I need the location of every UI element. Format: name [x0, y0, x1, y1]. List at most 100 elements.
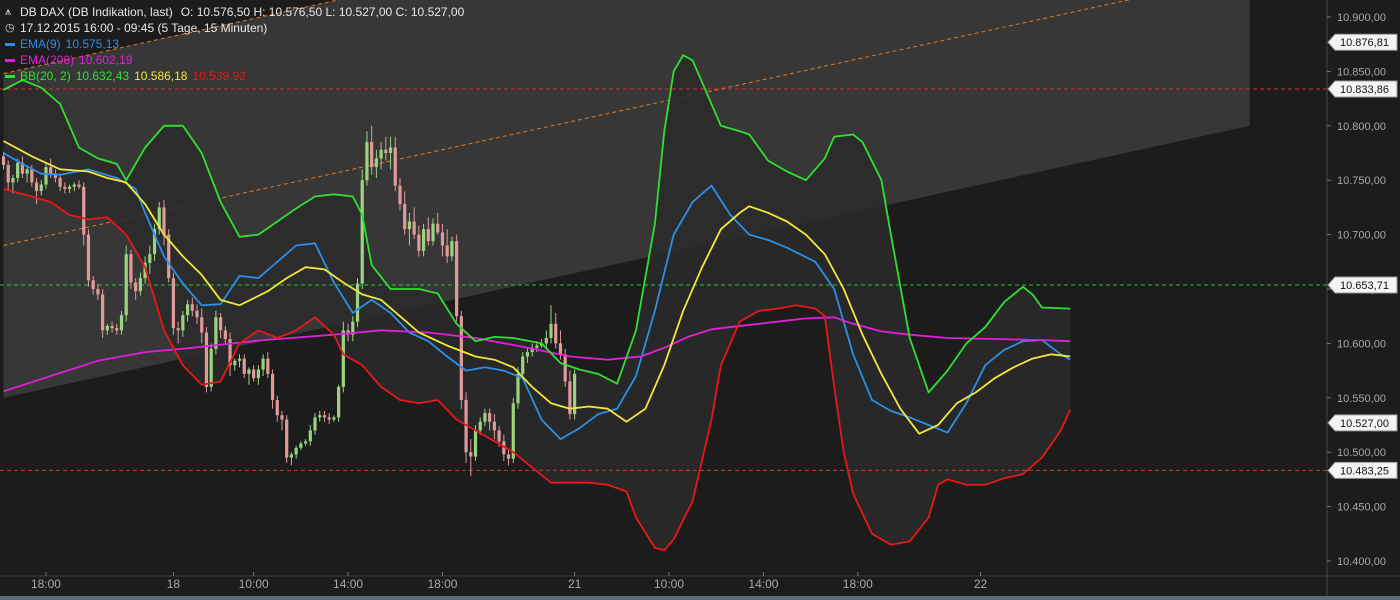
- candle-body: [280, 415, 284, 420]
- candle-body: [544, 337, 548, 344]
- candle-body: [44, 167, 48, 185]
- ema9-label: EMA(9): [20, 37, 61, 51]
- clock-icon: ◷: [5, 22, 15, 34]
- candle-body: [129, 254, 133, 283]
- candle-body: [6, 164, 10, 183]
- bottom-scrollbar: [0, 596, 1400, 600]
- price-tick-label: 10.900,00: [1337, 12, 1386, 24]
- candle-body: [162, 207, 166, 235]
- ema200-swatch: [5, 58, 15, 62]
- price-tick-label: 10.550,00: [1337, 393, 1386, 405]
- candle-body: [256, 369, 260, 379]
- candle-body: [412, 221, 416, 235]
- candle-body: [426, 229, 430, 242]
- candle-body: [360, 180, 364, 284]
- candle-body: [285, 419, 289, 458]
- legend-ema9-row[interactable]: EMA(9) 10.575,13: [5, 36, 464, 52]
- candle-body: [469, 452, 473, 457]
- candle-body: [516, 373, 520, 404]
- candle-body: [421, 229, 426, 251]
- candle-body: [332, 417, 336, 420]
- legend-bb-row[interactable]: BB(20, 2) 10.632,43 10.586,18 10.539,92: [5, 68, 464, 84]
- candle-body: [219, 317, 223, 331]
- candle-body: [275, 399, 279, 416]
- candle-body: [237, 358, 242, 361]
- candle-body: [110, 325, 114, 329]
- candle-body: [341, 330, 345, 387]
- ema200-value: 10.602,19: [79, 53, 133, 67]
- candle-body: [322, 415, 327, 418]
- candle-body: [445, 245, 449, 257]
- time-tick-label: 14:00: [333, 577, 363, 591]
- price-axis: 10.900,00 10.850,00 10.800,00 10.750,00 10.7…: [1326, 0, 1398, 600]
- candle-body: [72, 184, 76, 187]
- price-tag-label: 10.483,25: [1340, 465, 1389, 477]
- chart-type-icon: ⩚: [5, 6, 12, 18]
- price-tick-label: 10.750,00: [1337, 175, 1386, 187]
- candle-body: [318, 415, 322, 418]
- candle-body: [63, 186, 67, 189]
- candle-body: [379, 149, 383, 159]
- candle-body: [209, 348, 213, 387]
- candle-body: [96, 289, 100, 295]
- bb-label: BB(20, 2): [20, 69, 71, 83]
- ema9-swatch: [5, 42, 15, 46]
- candle-body: [101, 294, 105, 331]
- price-tick-label: 10.850,00: [1337, 66, 1386, 78]
- candle-body: [200, 317, 204, 333]
- candle-body: [488, 413, 492, 422]
- candle-body: [521, 356, 525, 374]
- candle-body: [497, 430, 501, 442]
- candle-body: [417, 234, 421, 251]
- candle-body: [134, 282, 138, 292]
- time-tick-label: 10:00: [654, 577, 684, 591]
- candle-body: [554, 323, 558, 344]
- period-text: 17.12.2015 16:00 - 09:45 (5 Tage, 15 Min…: [20, 21, 268, 35]
- candle-body: [355, 283, 360, 322]
- bb-lower-value: 10.539,92: [192, 69, 246, 83]
- candle-body: [483, 413, 487, 422]
- candle-body: [34, 182, 39, 192]
- price-tick-label: 10.500,00: [1337, 447, 1386, 459]
- price-tick-label: 10.450,00: [1337, 502, 1386, 514]
- candle-body: [294, 447, 298, 455]
- price-tick-label: 10.800,00: [1337, 121, 1386, 133]
- bb-upper-value: 10.632,43: [75, 69, 130, 83]
- candle-body: [16, 162, 20, 179]
- candle-body: [337, 386, 341, 418]
- candle-body: [549, 323, 553, 338]
- candle-body: [242, 358, 246, 374]
- candle-body: [450, 241, 454, 257]
- candle-body: [91, 280, 95, 289]
- candle-body: [82, 186, 86, 235]
- candle-body: [223, 330, 227, 340]
- legend-period-row: ◷ 17.12.2015 16:00 - 09:45 (5 Tage, 15 M…: [5, 20, 464, 36]
- candle-body: [233, 360, 237, 366]
- candle-body: [558, 343, 563, 355]
- candle-body: [365, 142, 369, 181]
- candle-body: [105, 325, 109, 331]
- legend-ema200-row[interactable]: EMA(200) 10.602,19: [5, 52, 464, 68]
- chart-canvas[interactable]: 10.900,00 10.850,00 10.800,00 10.750,00 10.7…: [0, 0, 1400, 600]
- candle-body: [39, 184, 43, 192]
- legend-title-row: ⩚ DB DAX (DB Indikation, last) O: 10.576…: [5, 4, 464, 20]
- candle-body: [393, 147, 397, 186]
- candle-body: [299, 443, 303, 448]
- candle-body: [436, 223, 440, 233]
- candle-body: [195, 310, 199, 318]
- candle-body: [261, 358, 265, 370]
- candle-body: [398, 185, 402, 205]
- candle-body: [190, 304, 194, 311]
- candle-body: [171, 278, 176, 329]
- candle-body: [124, 254, 128, 316]
- candle-body: [492, 421, 496, 431]
- time-tick-label: 14:00: [748, 577, 778, 591]
- candle-body: [370, 142, 374, 168]
- bb-middle-value: 10.586,18: [134, 69, 188, 83]
- ema200-label: EMA(200): [20, 53, 75, 67]
- candle-body: [11, 178, 15, 183]
- candle-body: [58, 178, 62, 187]
- candle-body: [388, 147, 393, 153]
- bb-swatch: [5, 74, 15, 78]
- price-tag-label: 10.876,81: [1340, 37, 1389, 49]
